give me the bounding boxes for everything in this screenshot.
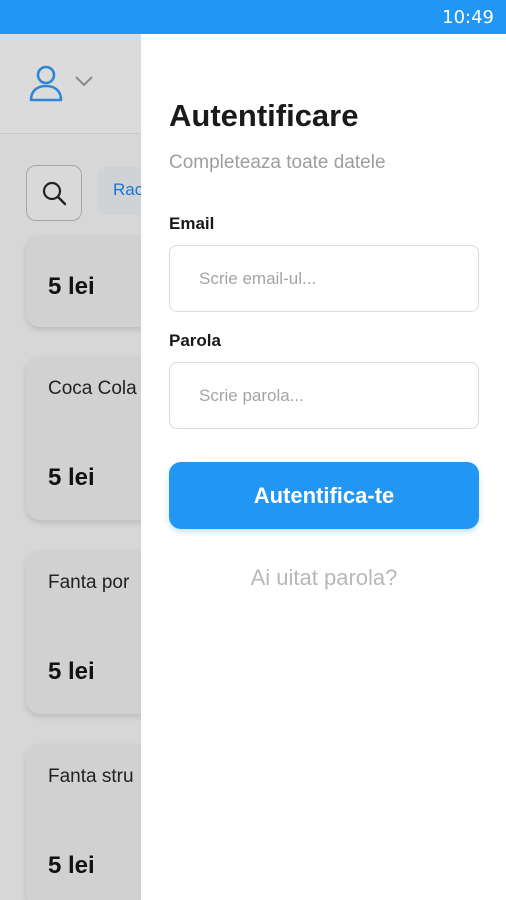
product-price: 5 lei	[48, 658, 95, 685]
chevron-down-icon[interactable]	[74, 74, 94, 88]
search-button[interactable]	[26, 165, 82, 221]
forgot-password-link[interactable]: Ai uitat parola?	[169, 565, 479, 591]
product-price: 5 lei	[48, 273, 95, 300]
drawer-subtitle: Completeaza toate datele	[169, 152, 386, 173]
product-name: Fanta por	[48, 572, 130, 593]
status-time: 10:49	[442, 7, 494, 28]
login-drawer: Autentificare Completeaza toate datele E…	[141, 34, 506, 900]
user-icon[interactable]	[28, 64, 64, 104]
email-label: Email	[169, 214, 215, 233]
drawer-title: Autentificare	[169, 98, 359, 133]
password-label: Parola	[169, 331, 221, 350]
login-button[interactable]: Autentifica-te	[169, 462, 479, 529]
status-bar: 10:49	[0, 0, 506, 34]
email-field[interactable]	[169, 245, 479, 312]
category-chip-label: Rac	[113, 180, 144, 199]
product-name: Fanta stru	[48, 766, 134, 787]
password-field[interactable]	[169, 362, 479, 429]
product-price: 5 lei	[48, 852, 95, 879]
search-icon	[42, 181, 67, 206]
product-price: 5 lei	[48, 464, 95, 491]
product-name: Coca Cola	[48, 378, 137, 399]
